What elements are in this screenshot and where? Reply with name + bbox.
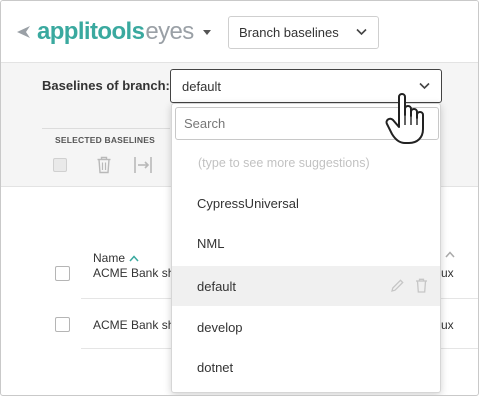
toolbar-divider xyxy=(42,128,170,129)
row-checkbox[interactable] xyxy=(55,317,70,332)
baselines-of-branch-label: Baselines of branch: xyxy=(42,78,170,93)
dropdown-item[interactable]: CypressUniversal xyxy=(172,183,440,223)
dropdown-item-actions xyxy=(390,278,428,293)
table-row-tail: ux xyxy=(441,318,454,332)
row-checkbox[interactable] xyxy=(55,266,70,281)
dropdown-item-label: default xyxy=(197,278,237,294)
name-column-header[interactable]: Name xyxy=(93,251,139,265)
logo-text-secondary: eyes xyxy=(145,18,194,45)
app-logo[interactable]: applitools eyes xyxy=(15,17,211,47)
sort-up-icon xyxy=(129,254,139,261)
table-row-name[interactable]: ACME Bank sh xyxy=(93,266,174,280)
chevron-down-icon xyxy=(419,82,430,90)
top-header: applitools eyes Branch baselines xyxy=(1,1,478,63)
dropdown-item-label: CypressUniversal xyxy=(197,195,299,211)
dropdown-item-label: NML xyxy=(197,235,225,251)
selected-baselines-title: SELECTED BASELINES xyxy=(55,135,155,145)
branch-view-select-value: Branch baselines xyxy=(239,25,339,40)
hand-cursor-icon xyxy=(385,93,424,144)
app-window: applitools eyes Branch baselines Baselin… xyxy=(0,0,479,396)
name-column-label: Name xyxy=(93,251,126,265)
pencil-icon[interactable] xyxy=(390,278,405,293)
logo-text-primary: applitools xyxy=(37,18,145,45)
select-all-checkbox[interactable] xyxy=(53,158,67,172)
table-row-tail: ux xyxy=(441,266,454,280)
sort-up-icon[interactable] xyxy=(445,251,455,258)
branch-view-select[interactable]: Branch baselines xyxy=(228,16,379,49)
dropdown-item[interactable]: NML xyxy=(172,223,440,263)
caret-down-icon xyxy=(202,29,211,35)
dropdown-item-label: dotnet xyxy=(197,359,234,375)
dropdown-item-hovered[interactable]: default xyxy=(172,266,440,306)
table-row-name[interactable]: ACME Bank sh xyxy=(93,318,174,332)
trash-icon[interactable] xyxy=(415,278,428,293)
dropdown-item[interactable]: dotnet xyxy=(172,347,440,387)
dropdown-item[interactable]: develop xyxy=(172,307,440,347)
trash-icon[interactable] xyxy=(96,156,112,174)
dropdown-item-label: develop xyxy=(197,319,243,335)
baselines-branch-select-value: default xyxy=(182,78,222,94)
logo-mark-icon xyxy=(17,26,30,38)
merge-icon[interactable] xyxy=(133,156,153,174)
dropdown-hint: (type to see more suggestions) xyxy=(198,156,370,170)
chevron-down-icon xyxy=(356,28,367,36)
